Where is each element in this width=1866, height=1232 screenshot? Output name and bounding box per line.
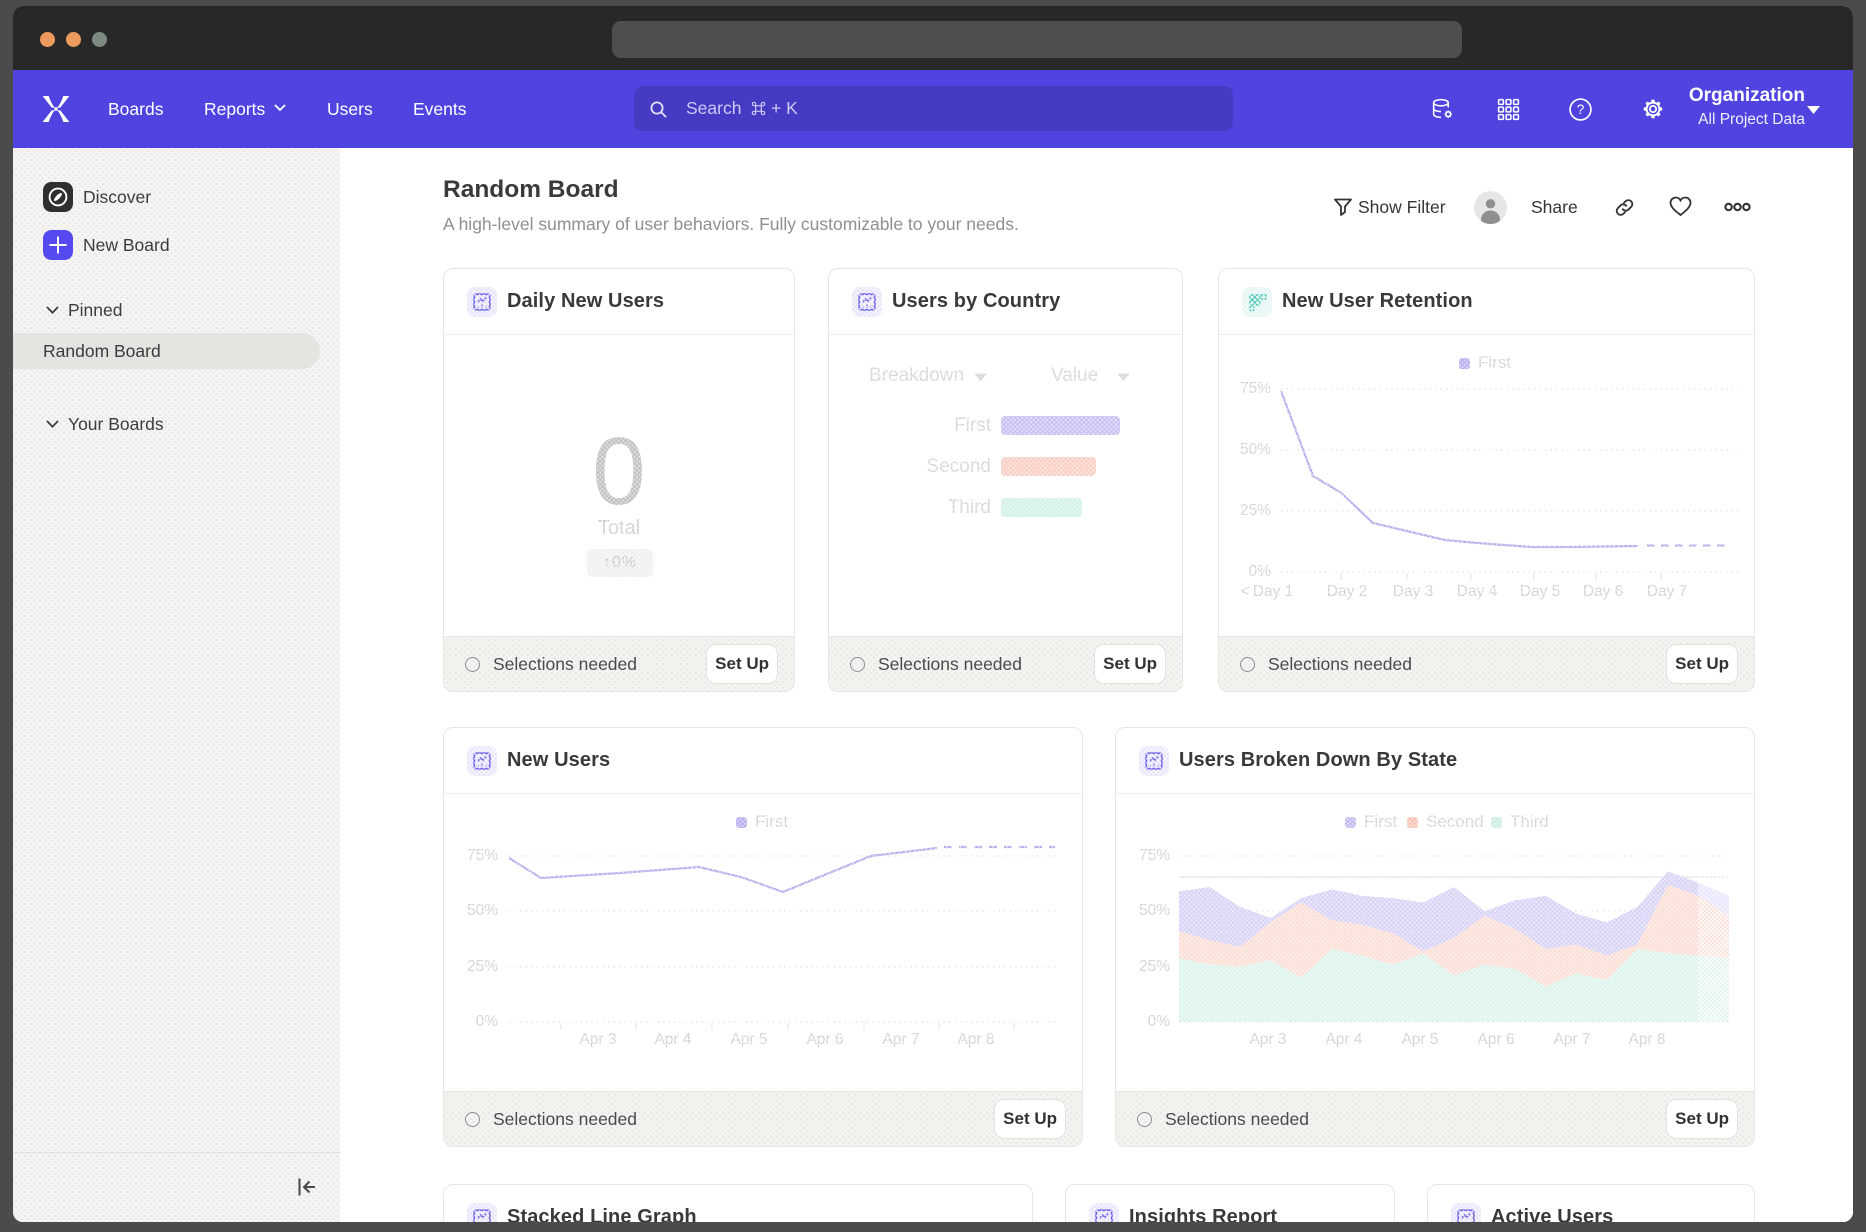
- svg-text:?: ?: [1577, 102, 1585, 117]
